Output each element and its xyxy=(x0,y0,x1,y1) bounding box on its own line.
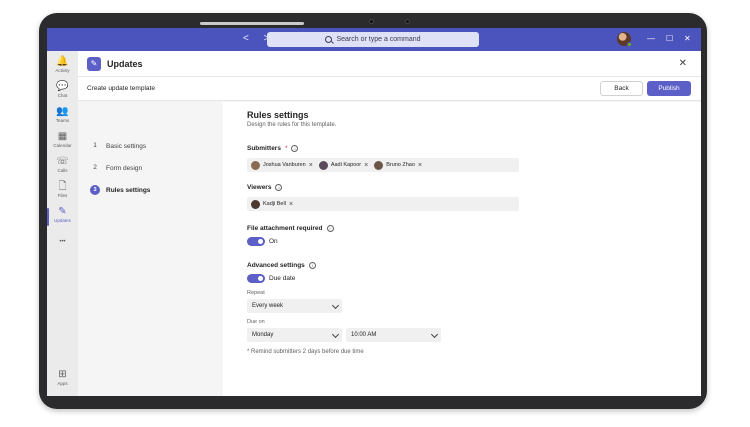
step-label: Rules settings xyxy=(106,186,151,194)
info-icon[interactable]: i xyxy=(326,225,334,232)
file-attachment-toggle[interactable] xyxy=(247,237,265,246)
toolbar-title: Create update template xyxy=(87,85,155,92)
avatar[interactable] xyxy=(617,32,632,47)
step-number: 3 xyxy=(90,185,100,195)
presence-icon xyxy=(627,42,632,47)
due-day-dropdown[interactable]: Monday xyxy=(247,328,342,342)
step-number: 1 xyxy=(93,142,97,149)
app-window: < > Search or type a command — ☐ ✕ 🔔 Act… xyxy=(47,28,701,396)
wizard-steps: 1 Basic settings 2 Form design 3 Rules s… xyxy=(78,102,223,396)
search-input[interactable]: Search or type a command xyxy=(267,32,479,47)
more-icon: ••• xyxy=(59,239,66,245)
rail-item-teams[interactable]: 👥 Teams xyxy=(47,106,78,130)
remove-icon[interactable]: × xyxy=(364,162,368,169)
submitters-picker[interactable]: Joshua Vanburen × Aadi Kapoor × Bruno Zh… xyxy=(247,158,519,172)
person-chip: Aadi Kapoor × xyxy=(318,160,368,170)
remove-icon[interactable]: × xyxy=(289,201,293,208)
search-icon xyxy=(325,36,333,43)
chevron-down-icon xyxy=(331,330,340,339)
person-chip: Kadji Bell × xyxy=(251,199,293,209)
person-chip: Bruno Zhao × xyxy=(374,160,422,170)
rail-item-more[interactable]: ••• xyxy=(47,236,78,260)
title-bar: < > Search or type a command — ☐ ✕ xyxy=(47,28,701,51)
bell-icon: 🔔 xyxy=(56,56,69,67)
power-button xyxy=(200,22,304,25)
rail-item-files[interactable]: 🗋 Files xyxy=(47,181,78,205)
rail-item-chat[interactable]: 💬 Chat xyxy=(47,81,78,105)
person-chip: Joshua Vanburen × xyxy=(251,160,313,170)
close-icon[interactable]: ✕ xyxy=(679,58,687,69)
sensor xyxy=(405,19,410,24)
file-attachment-label: File attachment required i xyxy=(247,225,334,232)
section-title: Rules settings xyxy=(247,110,309,120)
repeat-dropdown[interactable]: Every week xyxy=(247,299,342,313)
section-description: Design the rules for this template. xyxy=(247,122,337,128)
remove-icon[interactable]: × xyxy=(309,162,313,169)
chevron-down-icon xyxy=(331,301,340,310)
due-date-label: Due date xyxy=(269,275,296,282)
close-window-button[interactable]: ✕ xyxy=(684,34,691,43)
app-rail: 🔔 Activity 💬 Chat 👥 Teams ▦ Calendar ☏ C… xyxy=(47,51,78,396)
publish-button[interactable]: Publish xyxy=(647,81,691,96)
camera xyxy=(369,19,374,24)
info-icon[interactable]: i xyxy=(308,262,316,269)
required-marker: * xyxy=(284,145,288,152)
updates-icon: ✎ xyxy=(58,206,67,217)
rules-settings-panel: Rules settings Design the rules for this… xyxy=(223,102,701,396)
page-title: Updates xyxy=(107,59,143,69)
viewers-picker[interactable]: Kadji Bell × xyxy=(247,197,519,211)
rail-item-activity[interactable]: 🔔 Activity xyxy=(47,56,78,80)
step-number: 2 xyxy=(93,164,97,171)
calendar-icon: ▦ xyxy=(57,131,68,142)
advanced-settings-label: Advanced settings i xyxy=(247,262,316,269)
step-basic-settings[interactable]: 1 Basic settings xyxy=(90,140,146,152)
step-form-design[interactable]: 2 Form design xyxy=(90,162,142,174)
step-label: Basic settings xyxy=(106,142,147,150)
info-icon[interactable]: i xyxy=(275,184,283,191)
rail-item-updates[interactable]: ✎ Updates xyxy=(47,206,78,230)
avatar xyxy=(318,160,328,170)
avatar xyxy=(251,160,260,170)
back-button[interactable]: Back xyxy=(600,81,643,96)
file-icon: 🗋 xyxy=(58,181,67,192)
step-label: Form design xyxy=(106,164,143,172)
minimize-button[interactable]: — xyxy=(647,34,655,43)
due-date-toggle[interactable] xyxy=(247,274,265,283)
phone-icon: ☏ xyxy=(56,156,69,167)
rail-item-calendar[interactable]: ▦ Calendar xyxy=(47,131,78,155)
teams-icon: 👥 xyxy=(56,106,69,117)
submitters-label: Submitters * i xyxy=(247,145,299,152)
maximize-button[interactable]: ☐ xyxy=(666,34,673,43)
app-header: ✎ Updates ✕ xyxy=(78,51,701,77)
remove-icon[interactable]: × xyxy=(418,162,422,169)
due-on-label: Due on xyxy=(247,319,265,325)
updates-app-icon: ✎ xyxy=(87,57,101,71)
template-toolbar: Create update template Back Publish xyxy=(78,77,701,101)
rail-item-apps[interactable]: ⊞ Apps xyxy=(47,369,78,393)
apps-icon: ⊞ xyxy=(58,369,67,380)
chevron-down-icon xyxy=(430,330,439,339)
toggle-state-label: On xyxy=(269,238,278,245)
reminder-note: * Remind submitters 2 days before due ti… xyxy=(247,349,364,355)
repeat-label: Repeat xyxy=(247,290,265,296)
avatar xyxy=(374,160,384,170)
rail-item-calls[interactable]: ☏ Calls xyxy=(47,156,78,180)
avatar xyxy=(251,199,260,209)
due-time-dropdown[interactable]: 10:00 AM xyxy=(346,328,441,342)
chat-icon: 💬 xyxy=(56,81,69,92)
viewers-label: Viewers i xyxy=(247,184,283,191)
info-icon[interactable]: i xyxy=(291,145,299,152)
search-placeholder: Search or type a command xyxy=(336,36,421,43)
step-rules-settings[interactable]: 3 Rules settings xyxy=(90,184,150,196)
